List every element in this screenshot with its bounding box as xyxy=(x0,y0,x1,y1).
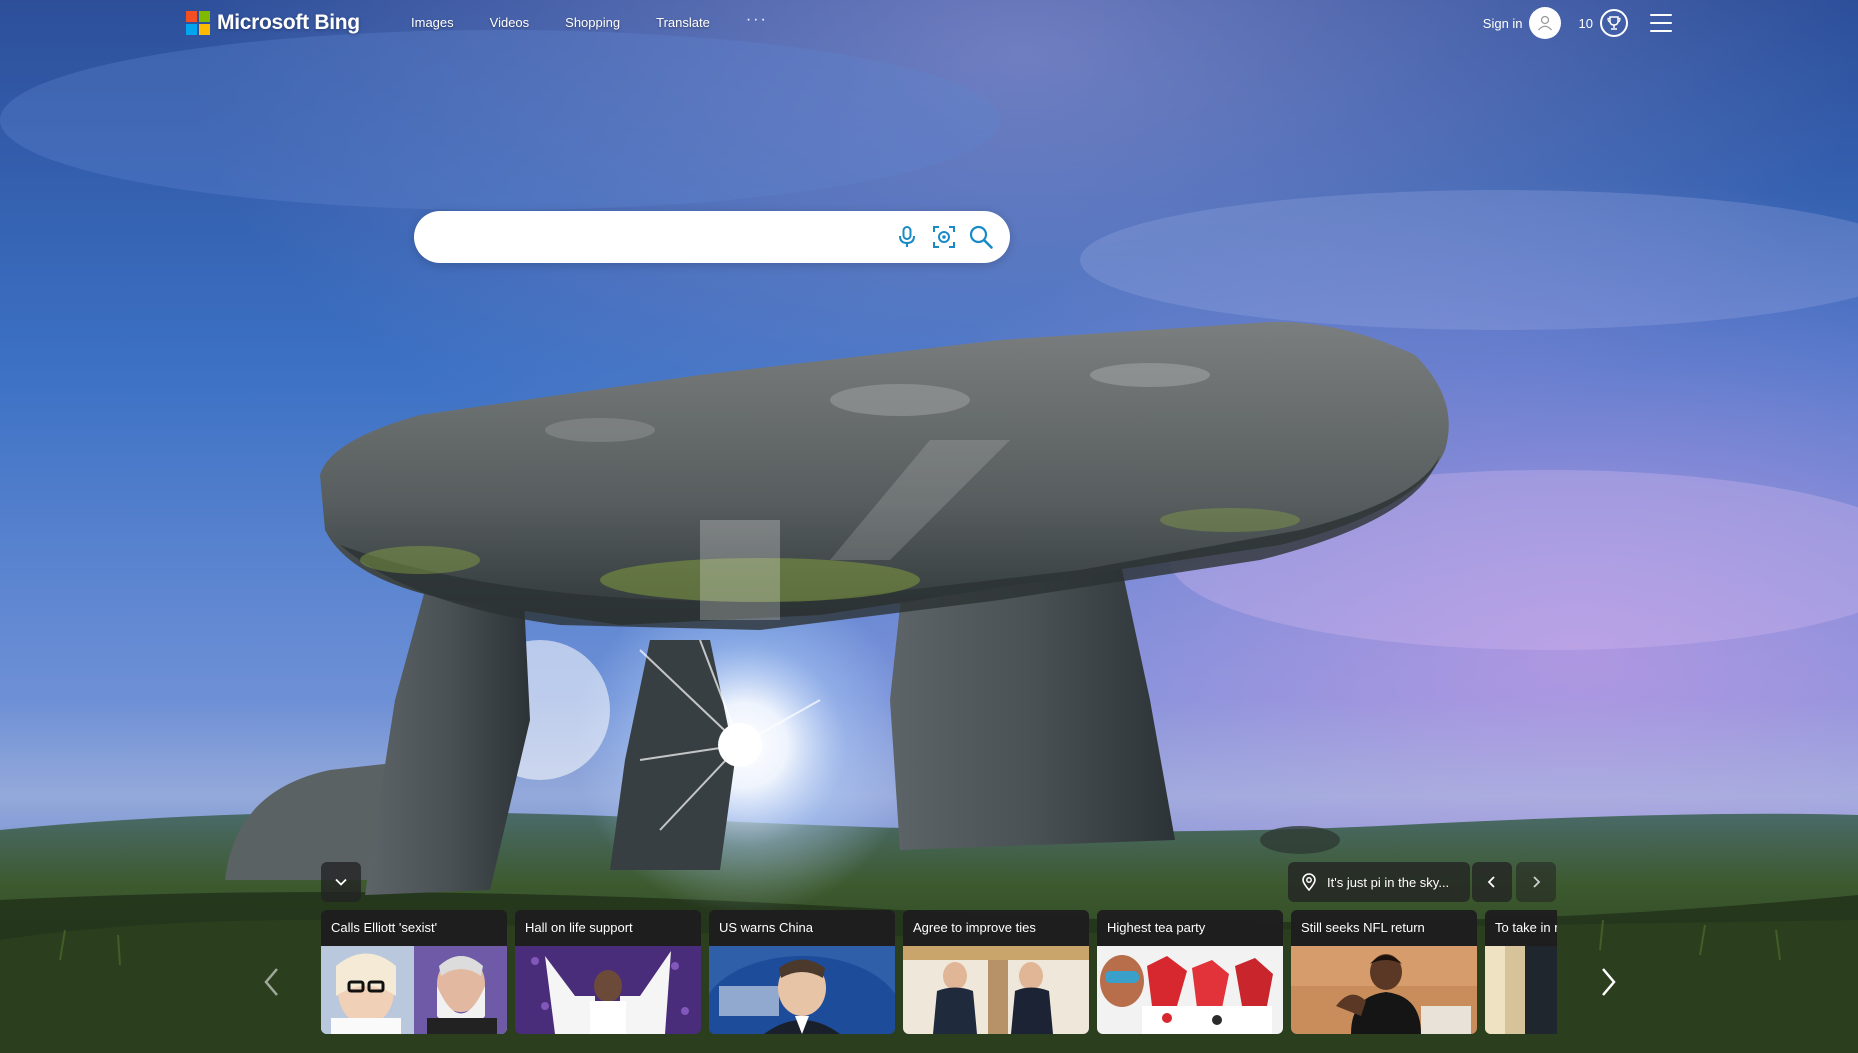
location-pin-icon xyxy=(1301,873,1317,891)
news-card-title: Still seeks NFL return xyxy=(1291,910,1477,946)
news-card-title: To take in r xyxy=(1485,910,1557,946)
news-card-title: US warns China xyxy=(709,910,895,946)
previous-image-button[interactable] xyxy=(1472,862,1512,902)
carousel-prev-button[interactable] xyxy=(258,962,286,1002)
microsoft-logo-icon xyxy=(186,11,210,35)
news-card[interactable]: To take in r xyxy=(1485,910,1557,1034)
user-avatar-icon[interactable] xyxy=(1528,7,1561,39)
chevron-down-icon xyxy=(335,878,347,886)
news-card[interactable]: Hall on life support xyxy=(515,910,701,1034)
top-header: Microsoft Bing Images Videos Shopping Tr… xyxy=(0,0,1858,46)
nav-videos[interactable]: Videos xyxy=(490,13,530,32)
nav-images[interactable]: Images xyxy=(411,13,454,32)
news-card-image xyxy=(709,946,895,1034)
carousel-prev-icon xyxy=(264,968,278,996)
news-card-title: Calls Elliott 'sexist' xyxy=(321,910,507,946)
news-card-image xyxy=(1291,946,1477,1034)
rewards-points[interactable]: 10 xyxy=(1579,16,1593,31)
news-card-image xyxy=(1097,946,1283,1034)
brand-name: Microsoft Bing xyxy=(217,11,360,34)
collapse-feed-button[interactable] xyxy=(321,862,361,902)
chevron-left-icon xyxy=(1487,876,1495,888)
hamburger-menu-icon[interactable] xyxy=(1650,14,1672,32)
news-card[interactable]: US warns China xyxy=(709,910,895,1034)
search-input[interactable] xyxy=(438,211,882,265)
top-nav: Images Videos Shopping Translate ··· xyxy=(411,11,768,32)
news-card[interactable]: Still seeks NFL return xyxy=(1291,910,1477,1034)
nav-more-button[interactable]: ··· xyxy=(746,11,768,29)
news-card-image xyxy=(903,946,1089,1034)
bing-logo[interactable]: Microsoft Bing xyxy=(186,10,360,36)
carousel-next-button[interactable] xyxy=(1594,962,1622,1002)
news-card-title: Hall on life support xyxy=(515,910,701,946)
background-image xyxy=(0,0,1858,1053)
account-area: Sign in 10 xyxy=(1483,6,1672,40)
sign-in-link[interactable]: Sign in xyxy=(1483,16,1523,31)
nav-shopping[interactable]: Shopping xyxy=(565,13,620,32)
news-card-image xyxy=(321,946,507,1034)
rewards-trophy-icon[interactable] xyxy=(1600,9,1628,37)
microphone-icon[interactable] xyxy=(894,224,920,250)
carousel-next-icon xyxy=(1602,968,1616,996)
news-card[interactable]: Agree to improve ties xyxy=(903,910,1089,1034)
image-info-button[interactable]: It's just pi in the sky... xyxy=(1288,862,1470,902)
news-card-image xyxy=(1485,946,1557,1034)
news-card-title: Highest tea party xyxy=(1097,910,1283,946)
chevron-right-icon xyxy=(1533,876,1541,888)
news-card-title: Agree to improve ties xyxy=(903,910,1089,946)
nav-translate[interactable]: Translate xyxy=(656,13,710,32)
news-card[interactable]: Calls Elliott 'sexist' xyxy=(321,910,507,1034)
search-box xyxy=(414,211,1010,265)
news-carousel: Calls Elliott 'sexist' Hall on life supp… xyxy=(321,910,1557,1034)
search-icon[interactable] xyxy=(968,224,994,250)
news-card[interactable]: Highest tea party xyxy=(1097,910,1283,1034)
visual-search-icon[interactable] xyxy=(931,224,957,250)
news-card-image xyxy=(515,946,701,1034)
image-info-text: It's just pi in the sky... xyxy=(1327,874,1450,890)
next-image-button[interactable] xyxy=(1516,862,1556,902)
